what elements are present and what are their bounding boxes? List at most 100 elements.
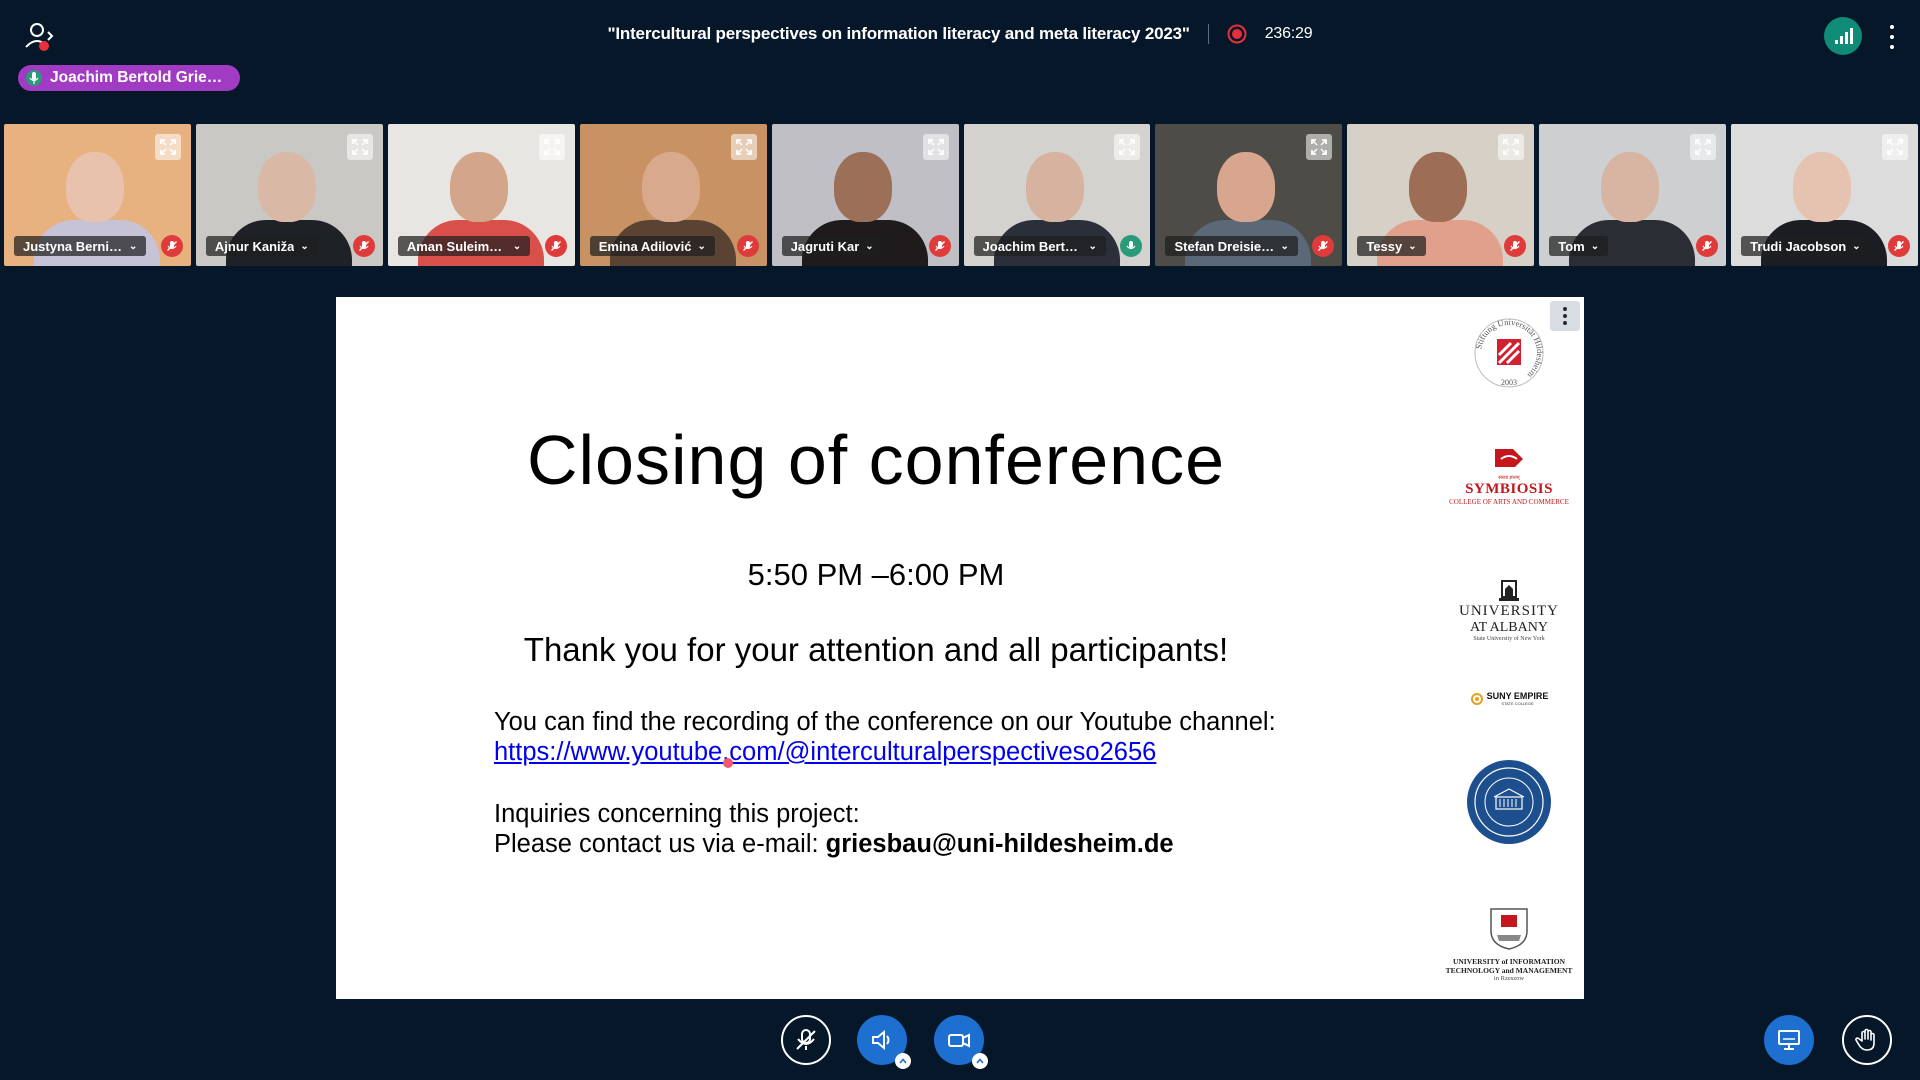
expand-video-button[interactable] bbox=[154, 134, 181, 160]
participant-tile[interactable]: Stefan Dreisieb… ⌄ bbox=[1155, 124, 1343, 266]
screen-share-button[interactable] bbox=[1764, 1015, 1814, 1065]
participant-nameplate[interactable]: Ajnur Kaniža ⌄ bbox=[205, 236, 318, 256]
participant-tile[interactable]: Jagruti Kar ⌄ bbox=[771, 124, 959, 266]
expand-video-button[interactable] bbox=[1690, 134, 1717, 160]
chevron-down-icon: ⌄ bbox=[697, 240, 706, 252]
uitm-logo: UNIVERSITY of INFORMATION TECHNOLOGY and… bbox=[1434, 905, 1584, 982]
expand-icon bbox=[1503, 139, 1520, 155]
hand-icon bbox=[1855, 1028, 1875, 1051]
signal-bars-icon bbox=[1835, 28, 1853, 44]
mic-muted-icon bbox=[352, 235, 375, 257]
albany-line1: UNIVERSITY bbox=[1459, 603, 1559, 619]
chevron-down-icon: ⌄ bbox=[300, 240, 309, 252]
contact-info: Inquiries concerning this project: Pleas… bbox=[494, 799, 1174, 859]
participant-tile[interactable]: Tessy ⌄ bbox=[1347, 124, 1535, 266]
participant-nameplate[interactable]: Joachim Bertol… ⌄ bbox=[973, 236, 1106, 256]
expand-icon bbox=[1695, 139, 1712, 155]
participant-name: Ajnur Kaniža bbox=[214, 238, 295, 254]
raise-hand-button[interactable] bbox=[1842, 1015, 1892, 1065]
kebab-dot bbox=[1890, 45, 1894, 49]
albany-logo: UNIVERSITY AT ALBANY State University of… bbox=[1434, 579, 1584, 642]
expand-icon bbox=[1311, 139, 1328, 155]
suny-sun-icon bbox=[1470, 692, 1483, 705]
participant-face bbox=[1217, 152, 1276, 222]
expand-icon bbox=[1887, 139, 1903, 155]
meeting-title-bar: "Intercultural perspectives on informati… bbox=[0, 24, 1920, 44]
kebab-dot bbox=[1890, 25, 1894, 29]
suny-logo: SUNY EMPIRE STATE COLLEGE bbox=[1434, 691, 1584, 706]
participant-tile[interactable]: Joachim Bertol… ⌄ bbox=[963, 124, 1151, 266]
participant-face bbox=[449, 152, 508, 222]
participant-nameplate[interactable]: Emina Adilović ⌄ bbox=[589, 236, 715, 256]
expand-video-button[interactable] bbox=[1882, 134, 1909, 160]
participant-tile[interactable]: Trudi Jacobson ⌄ bbox=[1731, 124, 1919, 266]
expand-video-button[interactable] bbox=[922, 134, 949, 160]
participant-face bbox=[1409, 152, 1468, 222]
recording-line: You can find the recording of the confer… bbox=[494, 708, 1276, 736]
connection-status-button[interactable] bbox=[1824, 17, 1862, 55]
record-icon[interactable] bbox=[1227, 24, 1247, 44]
chevron-down-icon: ⌄ bbox=[1408, 240, 1417, 252]
participant-name: Jagruti Kar bbox=[790, 238, 860, 254]
mic-muted-icon bbox=[160, 235, 183, 257]
mute-mic-button[interactable] bbox=[781, 1015, 831, 1065]
laser-pointer bbox=[723, 758, 733, 768]
symbiosis-logo: संस्था ज्ञानम् SYMBIOSIS COLLEGE OF ARTS… bbox=[1434, 445, 1584, 506]
participant-name: Aman Suleime… bbox=[406, 238, 507, 254]
expand-video-button[interactable] bbox=[730, 134, 757, 160]
audio-options-caret[interactable] bbox=[895, 1053, 911, 1069]
participant-name: Tom bbox=[1558, 238, 1585, 254]
youtube-link[interactable]: https://www.youtube.com/@interculturalpe… bbox=[494, 738, 1156, 766]
expand-video-button[interactable] bbox=[346, 134, 373, 160]
expand-video-button[interactable] bbox=[538, 134, 565, 160]
talking-name: Joachim Bertold Grie… bbox=[50, 69, 223, 86]
participant-nameplate[interactable]: Trudi Jacobson ⌄ bbox=[1741, 236, 1870, 256]
speaker-icon bbox=[872, 1029, 890, 1051]
participant-nameplate[interactable]: Tom ⌄ bbox=[1549, 236, 1609, 256]
expand-icon bbox=[1119, 139, 1136, 155]
suny-line2: STATE COLLEGE bbox=[1501, 701, 1534, 706]
participant-nameplate[interactable]: Stefan Dreisieb… ⌄ bbox=[1165, 236, 1298, 256]
meeting-title: "Intercultural perspectives on informati… bbox=[607, 24, 1190, 43]
participant-tile[interactable]: Ajnur Kaniža ⌄ bbox=[195, 124, 383, 266]
participant-strip: Justyna Bernia… ⌄ Ajnur Kaniža ⌄ Aman Su… bbox=[4, 124, 1919, 266]
talking-indicator[interactable]: Joachim Bertold Grie… bbox=[18, 65, 241, 91]
symbiosis-name: SYMBIOSIS bbox=[1465, 481, 1553, 497]
participant-nameplate[interactable]: Tessy ⌄ bbox=[1357, 236, 1426, 256]
presentation-slide: Closing of conference 5:50 PM –6:00 PM T… bbox=[336, 297, 1584, 999]
audio-button[interactable] bbox=[857, 1015, 911, 1069]
participant-nameplate[interactable]: Jagruti Kar ⌄ bbox=[781, 236, 883, 256]
title-separator bbox=[1207, 24, 1209, 44]
participant-nameplate[interactable]: Justyna Bernia… ⌄ bbox=[14, 236, 147, 256]
chevron-down-icon: ⌄ bbox=[1280, 240, 1289, 252]
expand-video-button[interactable] bbox=[1306, 134, 1333, 160]
participant-tile[interactable]: Justyna Bernia… ⌄ bbox=[4, 124, 191, 266]
chevron-down-icon: ⌄ bbox=[129, 240, 138, 252]
participant-nameplate[interactable]: Aman Suleime… ⌄ bbox=[397, 236, 531, 256]
participant-tile[interactable]: Aman Suleime… ⌄ bbox=[387, 124, 575, 266]
participant-name: Joachim Bertol… bbox=[982, 238, 1083, 254]
participant-tile[interactable]: Emina Adilović ⌄ bbox=[579, 124, 767, 266]
participant-face bbox=[641, 152, 700, 222]
expand-icon bbox=[735, 139, 752, 155]
participant-tile[interactable]: Tom ⌄ bbox=[1539, 124, 1727, 266]
uitm-line3: in Rzeszow bbox=[1493, 975, 1525, 982]
inquiries-line: Inquiries concerning this project: bbox=[494, 800, 860, 828]
uitm-line1: UNIVERSITY of INFORMATION bbox=[1452, 957, 1566, 966]
expand-icon bbox=[543, 139, 560, 155]
participant-face bbox=[1793, 152, 1852, 222]
camera-icon bbox=[948, 1033, 970, 1048]
recording-timer: 236:29 bbox=[1264, 25, 1313, 42]
expand-video-button[interactable] bbox=[1114, 134, 1141, 160]
options-menu-button[interactable] bbox=[1884, 22, 1900, 52]
camera-options-caret[interactable] bbox=[972, 1053, 988, 1069]
chevron-down-icon: ⌄ bbox=[1590, 240, 1600, 252]
albany-line2: AT ALBANY bbox=[1470, 620, 1548, 635]
camera-button[interactable] bbox=[934, 1015, 988, 1069]
suny-line1: SUNY EMPIRE bbox=[1486, 691, 1549, 701]
expand-video-button[interactable] bbox=[1498, 134, 1525, 160]
hildesheim-logo: Stiftung Universität Hildesheim 2003 bbox=[1434, 313, 1584, 393]
albany-emblem bbox=[1499, 580, 1519, 601]
chevron-down-icon: ⌄ bbox=[865, 240, 874, 252]
kebab-dot bbox=[1563, 307, 1567, 311]
